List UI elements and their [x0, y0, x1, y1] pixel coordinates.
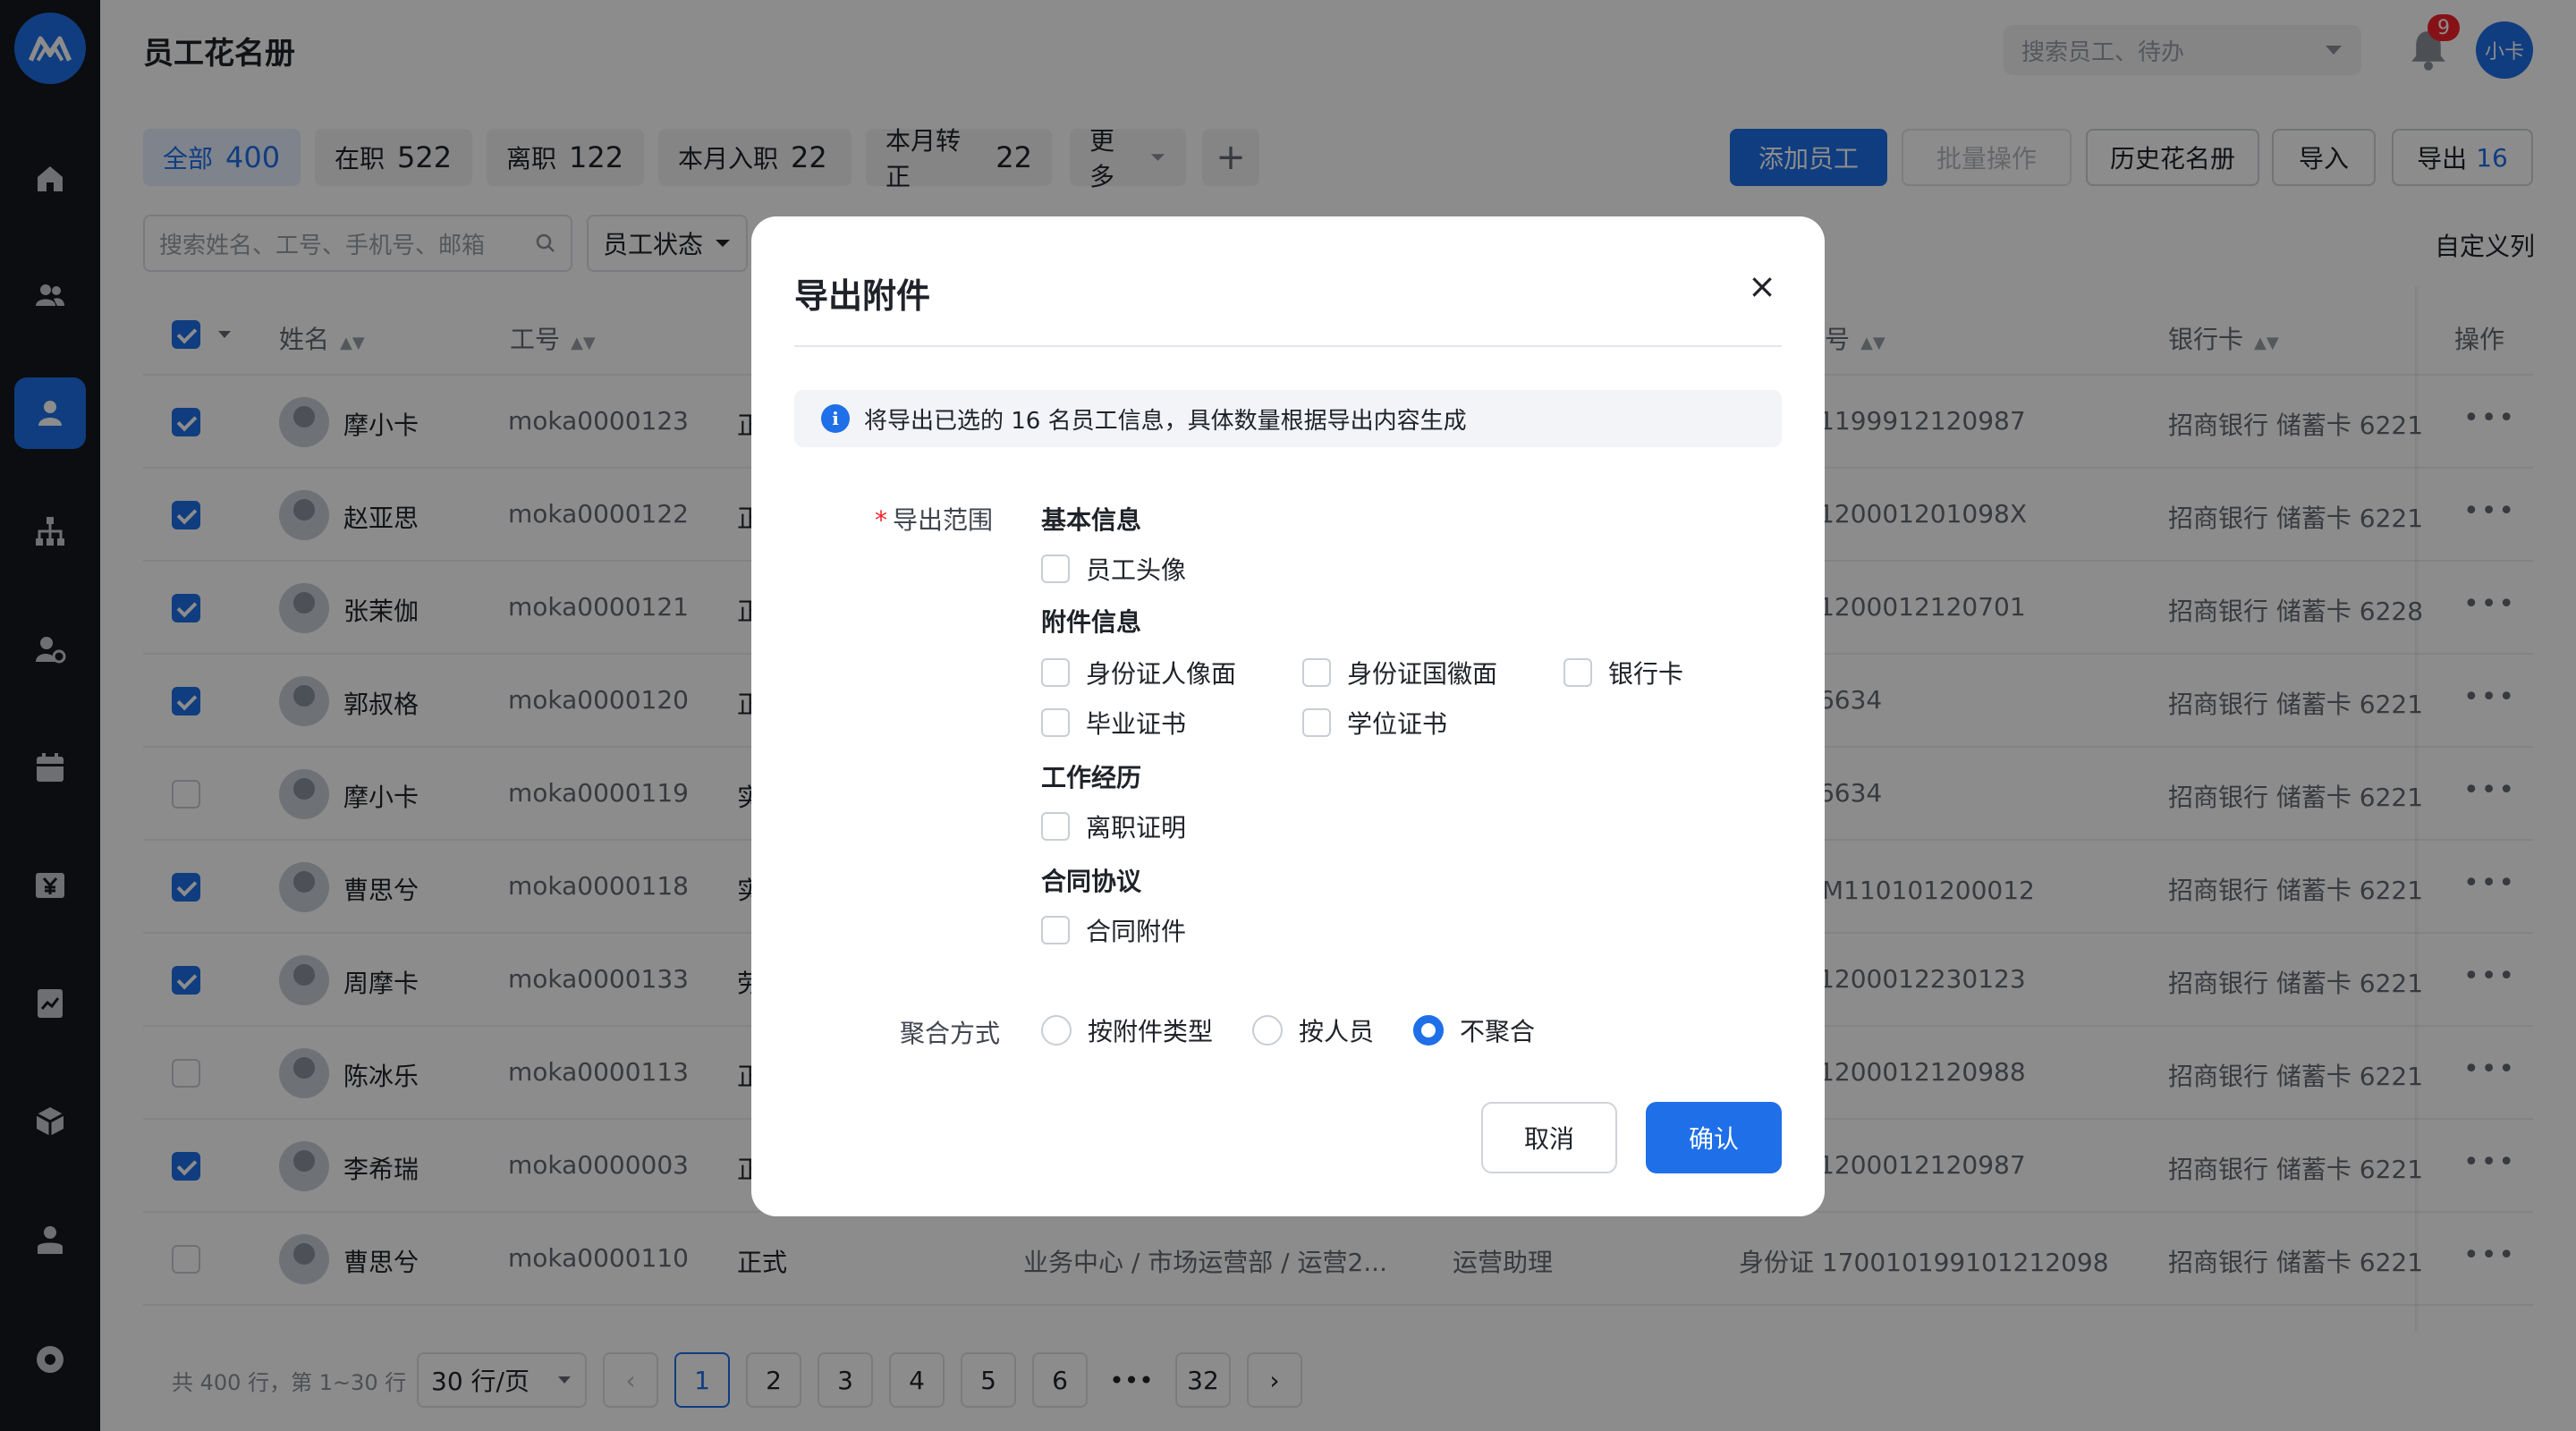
checkbox — [1041, 658, 1070, 687]
option-label: 按附件类型 — [1088, 1017, 1214, 1046]
option-label: 不聚合 — [1460, 1017, 1536, 1046]
checkbox — [1041, 708, 1070, 737]
notice-text: 将导出已选的 16 名员工信息，具体数量根据导出内容生成 — [864, 407, 1467, 435]
option-label: 按人员 — [1299, 1017, 1375, 1046]
option-label: 合同附件 — [1086, 917, 1187, 946]
option-label: 员工头像 — [1086, 555, 1187, 585]
confirm-button[interactable]: 确认 — [1646, 1102, 1782, 1173]
radio — [1041, 1015, 1072, 1046]
close-button[interactable]: × — [1742, 267, 1782, 306]
required-asterisk: * — [875, 505, 887, 535]
checkbox — [1041, 555, 1070, 583]
cancel-button[interactable]: 取消 — [1481, 1102, 1617, 1173]
radio-no-aggregate[interactable]: 不聚合 — [1413, 1012, 1535, 1048]
checkbox — [1041, 812, 1070, 841]
option-label: 身份证国徽面 — [1347, 659, 1498, 689]
export-range-label: * 导出范围 — [875, 501, 993, 537]
radio-selected — [1413, 1015, 1444, 1046]
group-attachments: 附件信息 — [1041, 607, 1142, 637]
option-graduation-cert[interactable]: 毕业证书 — [1041, 705, 1186, 741]
close-icon: × — [1748, 267, 1776, 306]
info-icon: i — [821, 404, 850, 433]
option-id-back[interactable]: 身份证国徽面 — [1302, 655, 1497, 690]
option-label: 离职证明 — [1086, 813, 1187, 843]
option-label: 身份证人像面 — [1086, 659, 1237, 689]
checkbox — [1302, 658, 1331, 687]
option-avatar[interactable]: 员工头像 — [1041, 551, 1186, 587]
radio-by-type[interactable]: 按附件类型 — [1041, 1012, 1213, 1048]
group-contracts: 合同协议 — [1041, 867, 1142, 896]
aggregate-label: 聚合方式 — [900, 1019, 1001, 1048]
option-degree-cert[interactable]: 学位证书 — [1302, 705, 1447, 741]
group-work-history: 工作经历 — [1041, 763, 1142, 792]
dialog-title: 导出附件 — [794, 276, 931, 316]
option-resignation-cert[interactable]: 离职证明 — [1041, 809, 1186, 844]
divider — [794, 345, 1782, 347]
group-basic-info: 基本信息 — [1041, 505, 1142, 535]
radio — [1252, 1015, 1283, 1046]
option-id-front[interactable]: 身份证人像面 — [1041, 655, 1236, 690]
checkbox — [1302, 708, 1331, 737]
option-bank-card[interactable]: 银行卡 — [1563, 655, 1683, 690]
info-notice: i 将导出已选的 16 名员工信息，具体数量根据导出内容生成 — [794, 390, 1782, 447]
option-contract-attachment[interactable]: 合同附件 — [1041, 912, 1186, 948]
option-label: 毕业证书 — [1086, 709, 1187, 739]
export-attachments-dialog: 导出附件 × i 将导出已选的 16 名员工信息，具体数量根据导出内容生成 * 导… — [751, 216, 1825, 1216]
radio-by-person[interactable]: 按人员 — [1252, 1012, 1374, 1048]
option-label: 学位证书 — [1347, 709, 1448, 739]
export-range-text: 导出范围 — [893, 505, 994, 535]
option-label: 银行卡 — [1608, 659, 1684, 689]
checkbox — [1563, 658, 1592, 687]
checkbox — [1041, 916, 1070, 944]
